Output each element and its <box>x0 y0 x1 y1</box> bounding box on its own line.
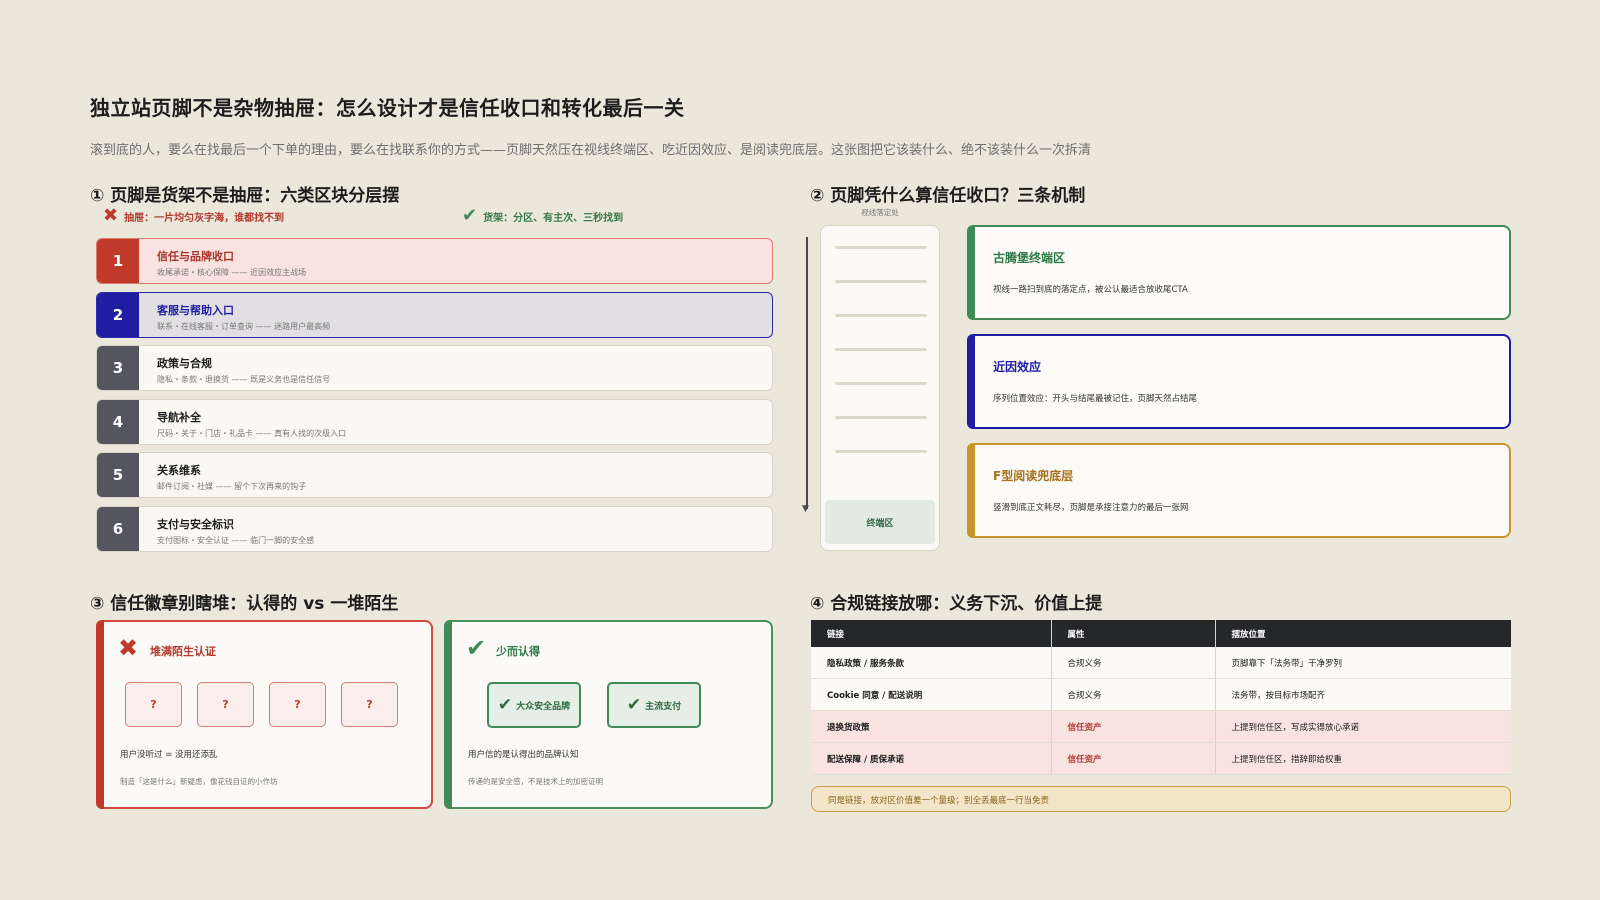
property-cell: 合规义务 <box>1050 678 1215 711</box>
phone-content-line <box>835 348 927 351</box>
mechanism-title: 近因效应 <box>993 360 1042 374</box>
phone-content-line <box>835 314 927 317</box>
footer-block-row: 6 支付与安全标识支付图标・安全认证 —— 临门一脚的安全感 <box>96 505 773 552</box>
mechanism-title: 古腾堡终端区 <box>993 251 1066 265</box>
link-cell: 配送保障 / 质保承诺 <box>811 742 1051 775</box>
mechanism-desc: 视线一路扫到底的落定点，被公认最适合放收尾CTA <box>993 285 1188 295</box>
unknown-badge: ? <box>197 682 254 727</box>
table-row: Cookie 同意 / 配送说明 合规义务 法务带，按目标市场配齐 <box>811 678 1511 711</box>
mechanism-card: 近因效应序列位置效应：开头与结尾最被记住，页脚天然占结尾 <box>967 334 1511 429</box>
check-icon: ✔ <box>497 695 513 715</box>
footer-block-row: 4 导航补全尺码・关于・门店・礼品卡 —— 真有人找的次级入口 <box>96 398 773 445</box>
column-header: 摆放位置 <box>1214 620 1511 647</box>
property-cell: 信任资产 <box>1050 742 1215 775</box>
footer-block-row: 3 政策与合规隐私・条款・退换货 —— 既是义务也是信任信号 <box>96 345 773 391</box>
phone-mockup: 终端区 <box>820 225 940 551</box>
phone-content-line <box>835 450 927 453</box>
section2-title: ② 页脚凭什么算信任收口？三条机制 <box>810 186 1086 206</box>
block-number: 1 <box>97 239 139 283</box>
good-card-line1: 用户信的是认得出的品牌认知 <box>468 750 579 760</box>
block-title: 导航补全 <box>157 410 201 424</box>
known-badge: ✔ 主流支付 <box>607 682 701 728</box>
check-icon: ✔ <box>626 695 642 715</box>
section3-title: ③ 信任徽章别瞎堆：认得的 vs 一堆陌生 <box>90 594 399 614</box>
mechanism-card: F型阅读兜底层竖滑到底正文耗尽，页脚是承接注意力的最后一张网 <box>967 443 1511 538</box>
check-icon: ✔ <box>466 634 487 662</box>
footer-block-row: 1 信任与品牌收口收尾承诺・核心保障 —— 近因效应主战场 <box>96 238 773 284</box>
table-row: 退换货政策 信任资产 上提到信任区，写成实得放心承诺 <box>811 710 1511 743</box>
drawer-label: ✖ 抽屉：一片均匀灰字海，谁都找不到 <box>103 205 285 226</box>
link-cell: 退换货政策 <box>811 710 1051 743</box>
bad-card-title: 堆满陌生认证 <box>150 645 216 658</box>
block-desc: 隐私・条款・退换货 —— 既是义务也是信任信号 <box>157 375 331 384</box>
phone-content-line <box>835 382 927 385</box>
page-subtitle: 滚到底的人，要么在找最后一个下单的理由，要么在找联系你的方式——页脚天然压在视线… <box>90 143 1092 158</box>
column-header: 链接 <box>811 620 1051 647</box>
block-title: 客服与帮助入口 <box>157 303 234 317</box>
cross-icon: ✖ <box>118 634 139 662</box>
block-title: 政策与合规 <box>157 357 212 370</box>
bad-card-line2: 制造「这是什么」新疑虑，像花钱自证的小作坊 <box>120 777 278 786</box>
block-desc: 邮件订阅・社媒 —— 留个下次再来的钩子 <box>157 482 307 491</box>
mechanism-desc: 竖滑到底正文耗尽，页脚是承接注意力的最后一张网 <box>993 503 1189 513</box>
table-row: 配送保障 / 质保承诺 信任资产 上提到信任区，措辞即给权重 <box>811 742 1511 775</box>
good-card-title: 少而认得 <box>496 645 540 658</box>
block-desc: 收尾承诺・核心保障 —— 近因效应主战场 <box>157 268 307 277</box>
phone-caption: 视线落定处 <box>861 208 899 217</box>
placement-cell: 法务带，按目标市场配齐 <box>1214 678 1511 711</box>
placement-cell: 页脚靠下「法务带」干净罗列 <box>1214 647 1511 679</box>
known-badge: ✔ 大众安全品牌 <box>487 682 581 728</box>
arrow-down-icon: ▼ <box>802 504 809 514</box>
phone-content-line <box>835 246 927 249</box>
placement-cell: 上提到信任区，写成实得放心承诺 <box>1214 710 1511 743</box>
block-number: 3 <box>97 346 139 390</box>
unknown-badge: ? <box>269 682 326 727</box>
link-cell: Cookie 同意 / 配送说明 <box>811 678 1051 711</box>
block-number: 2 <box>97 292 139 337</box>
shelf-label: ✔ 货架：分区、有主次、三秒找到 <box>462 205 624 226</box>
unknown-badge: ? <box>341 682 398 727</box>
cross-icon: ✖ <box>103 205 119 226</box>
good-badges-card: ✔ 少而认得 ✔ 大众安全品牌 ✔ 主流支付 用户信的是认得出的品牌认知 传递的… <box>444 620 773 809</box>
table-header-row: 链接 属性 摆放位置 <box>811 620 1511 647</box>
block-number: 4 <box>97 399 139 444</box>
link-cell: 隐私政策 / 服务条款 <box>811 647 1051 679</box>
block-number: 5 <box>97 453 139 497</box>
unknown-badge: ? <box>125 682 182 727</box>
property-cell: 信任资产 <box>1050 710 1215 743</box>
terminal-zone: 终端区 <box>825 500 935 544</box>
property-cell: 合规义务 <box>1050 647 1215 679</box>
mechanism-title: F型阅读兜底层 <box>993 469 1074 483</box>
footer-block-row: 5 关系维系邮件订阅・社媒 —— 留个下次再来的钩子 <box>96 452 773 498</box>
scroll-arrow-line <box>806 237 808 509</box>
section4-title: ④ 合规链接放哪：义务下沉、价值上提 <box>810 594 1103 614</box>
column-header: 属性 <box>1050 620 1215 647</box>
check-icon: ✔ <box>462 205 478 226</box>
footer-block-row: 2 客服与帮助入口联系・在线客服・订单查询 —— 迷路用户最高频 <box>96 291 773 338</box>
page-title: 独立站页脚不是杂物抽屉：怎么设计才是信任收口和转化最后一关 <box>90 96 685 120</box>
block-desc: 联系・在线客服・订单查询 —— 迷路用户最高频 <box>157 321 331 331</box>
bad-card-line1: 用户没听过 = 没用还添乱 <box>120 750 218 760</box>
block-title: 信任与品牌收口 <box>157 250 234 263</box>
block-title: 支付与安全标识 <box>157 517 234 531</box>
block-desc: 尺码・关于・门店・礼品卡 —— 真有人找的次级入口 <box>157 428 347 438</box>
phone-content-line <box>835 416 927 419</box>
bad-badges-card: ✖ 堆满陌生认证 ? ? ? ? 用户没听过 = 没用还添乱 制造「这是什么」新… <box>96 620 433 809</box>
block-desc: 支付图标・安全认证 —— 临门一脚的安全感 <box>157 535 315 545</box>
placement-cell: 上提到信任区，措辞即给权重 <box>1214 742 1511 775</box>
mechanism-card: 古腾堡终端区视线一路扫到底的落定点，被公认最适合放收尾CTA <box>967 225 1511 320</box>
table-row: 隐私政策 / 服务条款 合规义务 页脚靠下「法务带」干净罗列 <box>811 647 1511 679</box>
section1-title: ① 页脚是货架不是抽屉：六类区块分层摆 <box>90 186 400 206</box>
block-number: 6 <box>97 506 139 551</box>
phone-content-line <box>835 280 927 283</box>
table-note: 同是链接，放对区价值差一个量级；别全丢最底一行当免责 <box>811 786 1511 812</box>
compliance-table: 链接 属性 摆放位置 隐私政策 / 服务条款 合规义务 页脚靠下「法务带」干净罗列 C… <box>811 620 1511 775</box>
good-card-line2: 传递的是安全感，不是技术上的加密证明 <box>468 777 603 786</box>
mechanism-desc: 序列位置效应：开头与结尾最被记住，页脚天然占结尾 <box>993 394 1198 404</box>
block-title: 关系维系 <box>157 464 201 477</box>
